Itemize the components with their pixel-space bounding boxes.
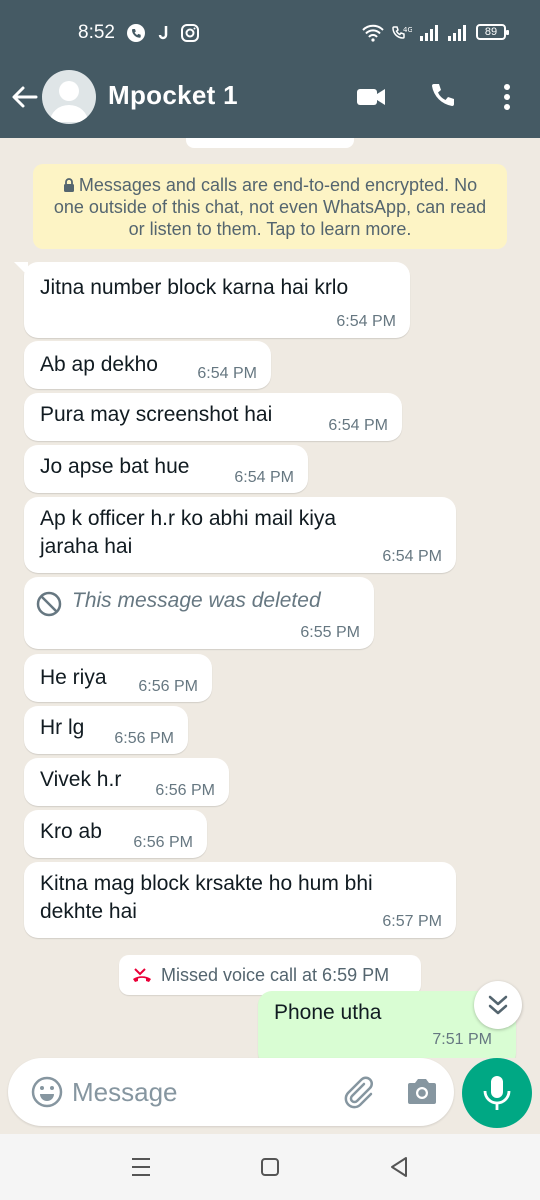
message-text: This message was deleted	[72, 589, 321, 612]
message-bubble[interactable]: Vivek h.r 6:56 PM	[24, 758, 229, 806]
voice-call-icon[interactable]	[426, 80, 460, 114]
encryption-notice[interactable]: Messages and calls are end-to-end encryp…	[33, 164, 507, 249]
message-bubble[interactable]: Jo apse bat hue 6:54 PM	[24, 445, 308, 493]
message-text: Jitna number block karna hai krlo	[40, 276, 349, 299]
blocked-icon	[36, 591, 62, 617]
message-bubble[interactable]: Jitna number block karna hai krlo 6:54 P…	[14, 262, 410, 338]
contact-name[interactable]: Mpocket 1	[108, 80, 238, 111]
message-time: 6:57 PM	[382, 913, 442, 930]
message-text: Phone utha	[274, 1001, 382, 1024]
message-text: Kitna mag block krsakte ho hum bhi dekht…	[40, 872, 373, 923]
message-time: 6:56 PM	[138, 678, 198, 695]
message-time: 6:54 PM	[197, 365, 257, 382]
message-time: 6:54 PM	[382, 548, 442, 565]
recent-apps-icon[interactable]	[128, 1154, 154, 1180]
message-input[interactable]	[72, 1068, 322, 1116]
mic-button[interactable]	[462, 1058, 532, 1128]
app-bar: Mpocket 1	[0, 68, 540, 126]
message-field[interactable]	[8, 1058, 454, 1126]
message-bubble[interactable]: Ap k officer h.r ko abhi mail kiya jarah…	[24, 497, 456, 573]
date-chip	[186, 138, 354, 148]
message-bubble[interactable]: Ab ap dekho 6:54 PM	[24, 341, 271, 389]
message-text: Vivek h.r	[40, 768, 122, 791]
video-call-icon[interactable]	[354, 80, 388, 114]
message-text: He riya	[40, 666, 107, 689]
back-arrow-icon[interactable]	[10, 82, 40, 112]
message-time: 6:54 PM	[234, 469, 294, 486]
wifi-icon	[362, 24, 384, 42]
message-text: Ab ap dekho	[40, 353, 158, 376]
camera-icon[interactable]	[404, 1074, 440, 1110]
message-time: 6:56 PM	[114, 730, 174, 747]
message-bubble[interactable]: Kro ab 6:56 PM	[24, 810, 207, 858]
message-time: 6:54 PM	[336, 313, 396, 330]
message-bubble[interactable]: Pura may screenshot hai 6:54 PM	[24, 393, 402, 441]
more-vert-icon[interactable]	[490, 80, 524, 114]
emoji-icon[interactable]	[30, 1075, 64, 1109]
scroll-to-bottom-button[interactable]	[474, 981, 522, 1029]
deleted-message-bubble[interactable]: This message was deleted 6:55 PM	[24, 577, 374, 649]
system-nav-bar	[0, 1134, 540, 1200]
lock-icon	[63, 178, 74, 192]
message-time: 6:55 PM	[300, 624, 360, 641]
home-icon[interactable]	[257, 1154, 283, 1180]
message-text: Kro ab	[40, 820, 102, 843]
message-time: 6:56 PM	[133, 834, 193, 851]
double-chevron-down-icon	[488, 995, 508, 1015]
input-bar	[0, 1058, 540, 1134]
phone-call-icon	[127, 24, 145, 42]
message-time: 7:51 PM	[432, 1031, 492, 1048]
message-text: Ap k officer h.r ko abhi mail kiya jarah…	[40, 507, 337, 558]
signal-icon	[420, 25, 438, 41]
message-text: Jo apse bat hue	[40, 455, 190, 478]
status-time: 8:52	[78, 22, 115, 43]
mic-icon	[483, 1076, 511, 1110]
message-bubble[interactable]: Hr lg 6:56 PM	[24, 706, 188, 754]
signal-icon-2	[448, 25, 466, 41]
attach-icon[interactable]	[340, 1074, 376, 1110]
back-icon[interactable]	[386, 1154, 412, 1180]
message-text: Hr lg	[40, 716, 85, 739]
message-time: 6:54 PM	[328, 417, 388, 434]
message-bubble[interactable]: He riya 6:56 PM	[24, 654, 212, 702]
j-app-icon	[158, 26, 168, 40]
avatar[interactable]	[42, 70, 96, 124]
message-time: 6:56 PM	[155, 782, 215, 799]
battery-indicator: 89	[476, 24, 509, 40]
status-bar: 8:52 4G 89	[0, 20, 540, 48]
message-text: Pura may screenshot hai	[40, 403, 273, 426]
missed-call-notice[interactable]: Missed voice call at 6:59 PM	[119, 955, 421, 995]
missed-call-text: Missed voice call at 6:59 PM	[161, 965, 390, 985]
volte-icon: 4G	[392, 26, 412, 39]
chat-area[interactable]: Messages and calls are end-to-end encryp…	[0, 138, 540, 1058]
svg-text:4G: 4G	[403, 26, 412, 34]
instagram-icon	[181, 24, 199, 42]
chat-header: 8:52 4G 89 Mpocket 1	[0, 0, 540, 138]
encryption-text: Messages and calls are end-to-end encryp…	[53, 175, 487, 239]
message-bubble[interactable]: Kitna mag block krsakte ho hum bhi dekht…	[24, 862, 456, 938]
missed-call-icon	[133, 968, 151, 982]
